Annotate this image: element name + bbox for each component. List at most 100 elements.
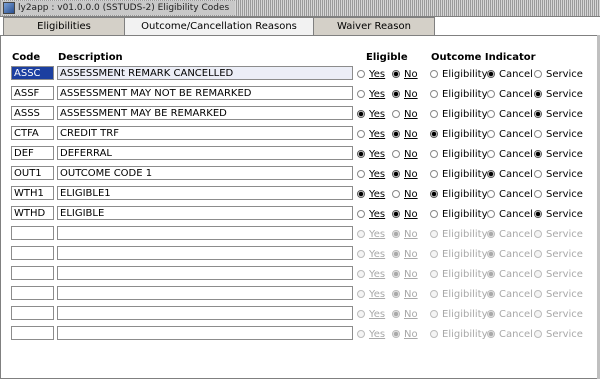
- eligible-no-radio[interactable]: No: [392, 147, 418, 161]
- eligible-no-radio[interactable]: No: [392, 307, 418, 321]
- outcome-eligibility-radio[interactable]: Eligibility: [430, 267, 488, 281]
- eligible-no-radio[interactable]: No: [392, 227, 418, 241]
- tab-outcome-cancellation-reasons[interactable]: Outcome/Cancellation Reasons Definition: [124, 17, 314, 49]
- outcome-eligibility-radio[interactable]: Eligibility: [430, 147, 488, 161]
- outcome-eligibility-radio[interactable]: Eligibility: [430, 207, 488, 221]
- code-field[interactable]: ASSF: [11, 86, 54, 100]
- eligible-no-radio[interactable]: No: [392, 187, 418, 201]
- code-field[interactable]: [11, 306, 54, 320]
- code-field[interactable]: ASSS: [11, 106, 54, 120]
- eligible-yes-radio[interactable]: Yes: [357, 187, 385, 201]
- eligible-yes-radio[interactable]: Yes: [357, 267, 385, 281]
- eligible-no-radio[interactable]: No: [392, 267, 418, 281]
- outcome-service-radio[interactable]: Service: [534, 247, 583, 261]
- eligible-yes-radio[interactable]: Yes: [357, 327, 385, 341]
- eligible-no-radio[interactable]: No: [392, 287, 418, 301]
- description-field[interactable]: [57, 246, 353, 260]
- outcome-service-radio[interactable]: Service: [534, 107, 583, 121]
- outcome-eligibility-radio[interactable]: Eligibility: [430, 127, 488, 141]
- outcome-service-radio[interactable]: Service: [534, 167, 583, 181]
- code-field[interactable]: WTH1: [11, 186, 54, 200]
- code-field[interactable]: CTFA: [11, 126, 54, 140]
- description-field[interactable]: ASSESSMENt REMARK CANCELLED: [57, 66, 353, 80]
- description-field[interactable]: [57, 306, 353, 320]
- code-field[interactable]: [11, 266, 54, 280]
- outcome-cancel-radio[interactable]: Cancel: [487, 207, 533, 221]
- description-field[interactable]: [57, 226, 353, 240]
- eligible-no-radio[interactable]: No: [392, 207, 418, 221]
- tab-waiver-reason-definition[interactable]: Waiver Reason Definition: [313, 17, 435, 49]
- outcome-eligibility-radio[interactable]: Eligibility: [430, 167, 488, 181]
- outcome-cancel-radio[interactable]: Cancel: [487, 147, 533, 161]
- outcome-service-radio[interactable]: Service: [534, 307, 583, 321]
- outcome-service-radio[interactable]: Service: [534, 287, 583, 301]
- code-field[interactable]: [11, 326, 54, 340]
- description-field[interactable]: ASSESSMENT MAY NOT BE REMARKED: [57, 86, 353, 100]
- tab-eligibilities[interactable]: Eligibilities: [3, 17, 125, 35]
- code-field[interactable]: WTHD: [11, 206, 54, 220]
- description-field[interactable]: [57, 266, 353, 280]
- outcome-service-radio[interactable]: Service: [534, 227, 583, 241]
- eligible-no-radio[interactable]: No: [392, 127, 418, 141]
- outcome-service-radio[interactable]: Service: [534, 207, 583, 221]
- outcome-service-radio[interactable]: Service: [534, 187, 583, 201]
- outcome-cancel-radio[interactable]: Cancel: [487, 187, 533, 201]
- eligible-yes-radio[interactable]: Yes: [357, 207, 385, 221]
- description-field[interactable]: CREDIT TRF: [57, 126, 353, 140]
- outcome-cancel-radio[interactable]: Cancel: [487, 127, 533, 141]
- outcome-eligibility-radio[interactable]: Eligibility: [430, 67, 488, 81]
- description-field[interactable]: [57, 326, 353, 340]
- outcome-eligibility-radio[interactable]: Eligibility: [430, 87, 488, 101]
- outcome-eligibility-radio[interactable]: Eligibility: [430, 307, 488, 321]
- outcome-eligibility-radio[interactable]: Eligibility: [430, 247, 488, 261]
- description-field[interactable]: [57, 286, 353, 300]
- code-field[interactable]: OUT1: [11, 166, 54, 180]
- outcome-cancel-radio[interactable]: Cancel: [487, 247, 533, 261]
- outcome-service-radio[interactable]: Service: [534, 87, 583, 101]
- outcome-eligibility-radio[interactable]: Eligibility: [430, 327, 488, 341]
- eligible-no-radio[interactable]: No: [392, 67, 418, 81]
- outcome-eligibility-radio[interactable]: Eligibility: [430, 187, 488, 201]
- outcome-cancel-radio[interactable]: Cancel: [487, 327, 533, 341]
- outcome-eligibility-radio[interactable]: Eligibility: [430, 107, 488, 121]
- eligible-yes-radio[interactable]: Yes: [357, 87, 385, 101]
- description-field[interactable]: OUTCOME CODE 1: [57, 166, 353, 180]
- outcome-cancel-radio[interactable]: Cancel: [487, 307, 533, 321]
- eligible-no-radio[interactable]: No: [392, 107, 418, 121]
- outcome-service-radio[interactable]: Service: [534, 127, 583, 141]
- description-field[interactable]: DEFERRAL: [57, 146, 353, 160]
- outcome-eligibility-radio[interactable]: Eligibility: [430, 287, 488, 301]
- eligible-no-radio[interactable]: No: [392, 167, 418, 181]
- eligible-yes-radio[interactable]: Yes: [357, 287, 385, 301]
- outcome-eligibility-radio[interactable]: Eligibility: [430, 227, 488, 241]
- outcome-cancel-radio[interactable]: Cancel: [487, 227, 533, 241]
- code-field[interactable]: DEF: [11, 146, 54, 160]
- outcome-cancel-radio[interactable]: Cancel: [487, 107, 533, 121]
- outcome-service-radio[interactable]: Service: [534, 267, 583, 281]
- eligible-no-radio[interactable]: No: [392, 247, 418, 261]
- outcome-cancel-radio[interactable]: Cancel: [487, 287, 533, 301]
- description-field[interactable]: ASSESSMENT MAY BE REMARKED: [57, 106, 353, 120]
- code-field[interactable]: [11, 286, 54, 300]
- outcome-cancel-radio[interactable]: Cancel: [487, 87, 533, 101]
- eligible-no-radio[interactable]: No: [392, 87, 418, 101]
- eligible-yes-radio[interactable]: Yes: [357, 127, 385, 141]
- code-field[interactable]: [11, 226, 54, 240]
- outcome-service-radio[interactable]: Service: [534, 147, 583, 161]
- code-field[interactable]: ASSC: [11, 66, 54, 80]
- description-field[interactable]: ELIGIBLE: [57, 206, 353, 220]
- eligible-no-radio[interactable]: No: [392, 327, 418, 341]
- eligible-yes-radio[interactable]: Yes: [357, 107, 385, 121]
- eligible-yes-radio[interactable]: Yes: [357, 227, 385, 241]
- eligible-yes-radio[interactable]: Yes: [357, 167, 385, 181]
- code-field[interactable]: [11, 246, 54, 260]
- description-field[interactable]: ELIGIBLE1: [57, 186, 353, 200]
- outcome-service-radio[interactable]: Service: [534, 327, 583, 341]
- outcome-cancel-radio[interactable]: Cancel: [487, 267, 533, 281]
- outcome-service-radio[interactable]: Service: [534, 67, 583, 81]
- outcome-cancel-radio[interactable]: Cancel: [487, 67, 533, 81]
- outcome-cancel-radio[interactable]: Cancel: [487, 167, 533, 181]
- eligible-yes-radio[interactable]: Yes: [357, 247, 385, 261]
- eligible-yes-radio[interactable]: Yes: [357, 307, 385, 321]
- eligible-yes-radio[interactable]: Yes: [357, 147, 385, 161]
